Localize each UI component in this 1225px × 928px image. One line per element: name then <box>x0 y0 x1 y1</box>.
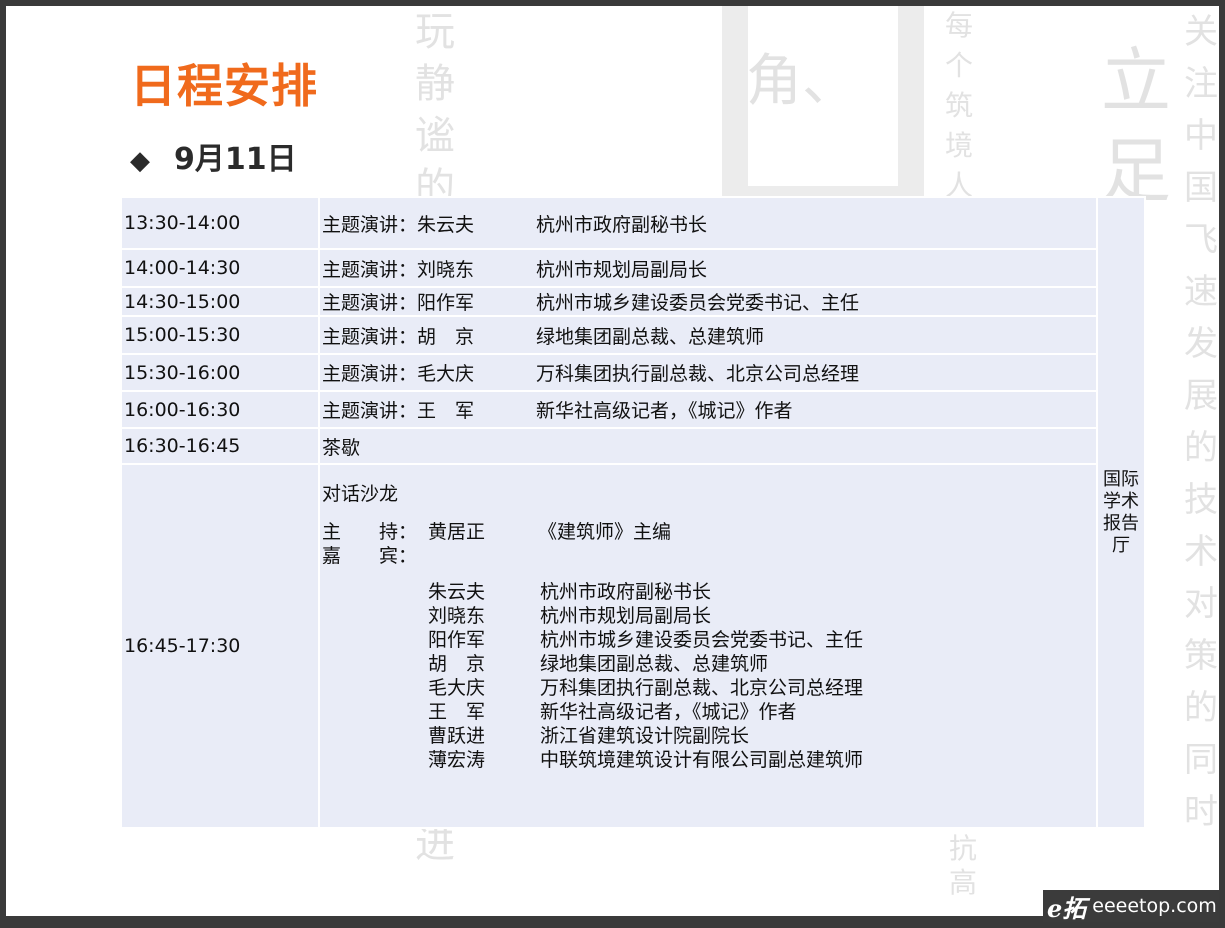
time-cell: 13:30-14:00 <box>120 196 320 250</box>
list-item: 曹跃进 浙江省建筑设计院副院长 <box>428 724 1094 748</box>
speaker: 主题演讲：刘晓东 <box>322 258 475 281</box>
page-title: 日程安排 <box>130 59 318 113</box>
date-heading: ◆ 9月11日 <box>130 134 297 178</box>
list-item: 胡 京 绿地集团副总裁、总建筑师 <box>428 652 1094 676</box>
host-role: 《建筑师》主编 <box>538 521 672 543</box>
background-glyphs-1: 玩静谧的 <box>415 9 455 211</box>
guest-role: 杭州市规划局副局长 <box>540 605 712 627</box>
guest-name: 刘晓东 <box>428 605 486 627</box>
speaker: 主题演讲：毛大庆 <box>322 363 475 385</box>
guest-name: 薄宏涛 <box>428 749 486 771</box>
guest-name: 毛大庆 <box>428 677 486 699</box>
speaker-role: 杭州市城乡建设委员会党委书记、主任 <box>536 292 860 314</box>
time-cell: 14:00-14:30 <box>120 248 320 288</box>
background-glyphs-5: 关注中国飞速发展的技术对策的同时 <box>1184 12 1218 832</box>
table-row: 16:00-16:30 主题演讲：王 军 新华社高级记者，《城记》作者 <box>120 390 1145 429</box>
venue-cell: 国际学术报告厅 <box>1096 196 1146 829</box>
speaker-role: 杭州市政府副秘书长 <box>536 213 708 236</box>
speaker-cell: 主题演讲：刘晓东 杭州市规划局副局长 <box>318 248 1098 288</box>
table-row: 13:30-14:00 主题演讲：朱云夫 杭州市政府副秘书长 国际学术报告厅 <box>120 196 1146 829</box>
guest-role: 绿地集团副总裁、总建筑师 <box>540 653 769 675</box>
speaker-cell: 主题演讲：王 军 新华社高级记者，《城记》作者 <box>318 390 1098 429</box>
guest-name: 阳作军 <box>428 629 486 651</box>
speaker-cell: 主题演讲：朱云夫 杭州市政府副秘书长 <box>318 196 1098 250</box>
list-item: 薄宏涛 中联筑境建筑设计有限公司副总建筑师 <box>428 748 1094 772</box>
background-glyphs-2: 角、 <box>746 49 858 114</box>
time-cell: 16:30-16:45 <box>120 427 320 465</box>
background-glyphs-4: 立足 <box>1101 40 1171 212</box>
guest-name: 朱云夫 <box>428 581 486 603</box>
speaker: 主题演讲：王 军 <box>322 400 475 422</box>
list-item: 刘晓东 杭州市规划局副局长 <box>428 604 1094 628</box>
list-item: 王 军 新华社高级记者，《城记》作者 <box>428 700 1094 724</box>
guest-name: 王 军 <box>428 701 486 723</box>
site-watermark: e拓 eeeetop.com <box>1043 890 1219 923</box>
salon-heading: 对话沙龙 <box>322 483 399 505</box>
slide: 玩静谧的 角、 每个筑境人 立足 关注中国飞速发展的技术对策的同时 抗高 进 日… <box>6 6 1219 916</box>
guest-name: 胡 京 <box>428 653 486 675</box>
host-label: 主 持： <box>322 521 418 543</box>
guest-name: 曹跃进 <box>428 725 486 747</box>
speaker-cell: 主题演讲：阳作军 杭州市城乡建设委员会党委书记、主任 <box>318 286 1098 317</box>
time-cell: 16:45-17:30 <box>120 463 320 829</box>
guest-role: 杭州市城乡建设委员会党委书记、主任 <box>540 629 864 651</box>
speaker: 主题演讲：朱云夫 <box>322 213 475 236</box>
table-row: 14:30-15:00 主题演讲：阳作军 杭州市城乡建设委员会党委书记、主任 <box>120 286 1145 317</box>
guest-role: 杭州市政府副秘书长 <box>540 581 712 603</box>
list-item: 阳作军 杭州市城乡建设委员会党委书记、主任 <box>428 628 1094 652</box>
list-item: 毛大庆 万科集团执行副总裁、北京公司总经理 <box>428 676 1094 700</box>
host-line: 主 持： 黄居正 《建筑师》主编 嘉 宾： <box>322 520 1094 568</box>
guest-role: 浙江省建筑设计院副院长 <box>540 725 750 747</box>
diamond-bullet-icon: ◆ <box>130 146 150 176</box>
background-glyphs-3: 每个筑境人 <box>944 9 973 202</box>
date-text: 9月11日 <box>174 142 297 177</box>
speaker: 主题演讲：胡 京 <box>322 325 475 348</box>
host-name: 黄居正 <box>428 521 486 543</box>
time-cell: 14:30-15:00 <box>120 286 320 317</box>
guest-role: 新华社高级记者，《城记》作者 <box>540 701 797 723</box>
guest-label: 嘉 宾： <box>322 545 418 567</box>
speaker: 主题演讲：阳作军 <box>322 292 475 314</box>
table-row: 16:30-16:45 茶歇 <box>120 427 1145 465</box>
table-row: 15:00-15:30 主题演讲：胡 京 绿地集团副总裁、总建筑师 <box>120 315 1145 355</box>
watermark-site: eeeetop.com <box>1092 895 1217 917</box>
table-row: 15:30-16:00 主题演讲：毛大庆 万科集团执行副总裁、北京公司总经理 <box>120 353 1145 392</box>
time-cell: 15:30-16:00 <box>120 353 320 392</box>
guest-role: 中联筑境建筑设计有限公司副总建筑师 <box>540 749 864 771</box>
background-glyphs-6: 抗高 <box>948 832 977 899</box>
speaker-role: 万科集团执行副总裁、北京公司总经理 <box>536 363 860 385</box>
list-item: 朱云夫 杭州市政府副秘书长 <box>428 580 1094 604</box>
schedule-table: 13:30-14:00 主题演讲：朱云夫 杭州市政府副秘书长 国际学术报告厅 14… <box>120 196 1146 829</box>
speaker-cell: 主题演讲：毛大庆 万科集团执行副总裁、北京公司总经理 <box>318 353 1098 392</box>
speaker-cell: 茶歇 <box>318 427 1098 465</box>
speaker-cell: 主题演讲：胡 京 绿地集团副总裁、总建筑师 <box>318 315 1098 355</box>
speaker-role: 新华社高级记者，《城记》作者 <box>536 400 793 422</box>
guest-list: 朱云夫 杭州市政府副秘书长 刘晓东 杭州市规划局副局长 阳作军 杭州市城乡建设委员会党… <box>428 580 1094 772</box>
speaker-role: 绿地集团副总裁、总建筑师 <box>536 325 765 348</box>
speaker-role: 杭州市规划局副局长 <box>536 258 708 281</box>
guest-role: 万科集团执行副总裁、北京公司总经理 <box>540 677 864 699</box>
etop-logo-icon: e拓 <box>1047 893 1087 923</box>
table-row: 14:00-14:30 主题演讲：刘晓东 杭州市规划局副局长 <box>120 248 1145 288</box>
speaker: 茶歇 <box>322 436 361 459</box>
time-cell: 15:00-15:30 <box>120 315 320 355</box>
salon-cell: 对话沙龙 主 持： 黄居正 《建筑师》主编 嘉 宾： 朱云夫 杭州市政府副秘书长 刘晓… <box>318 463 1098 829</box>
table-row-salon: 16:45-17:30 对话沙龙 主 持： 黄居正 《建筑师》主编 嘉 宾： 朱云夫… <box>120 463 1145 829</box>
time-cell: 16:00-16:30 <box>120 390 320 429</box>
